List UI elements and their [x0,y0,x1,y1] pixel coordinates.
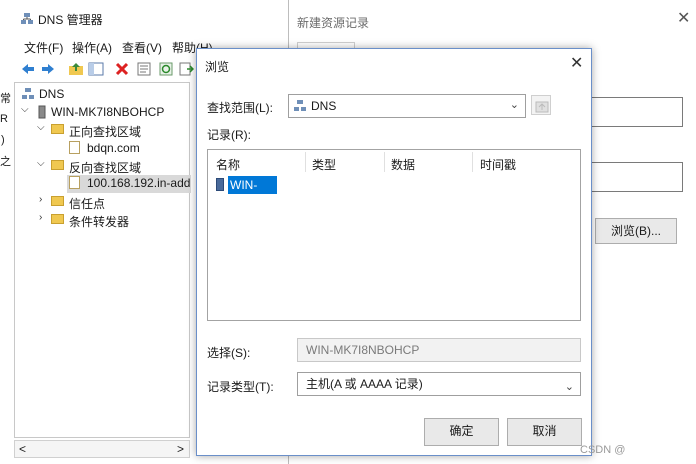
scope-dropdown[interactable]: DNS ⌄ [288,94,526,118]
tree-label: WIN-MK7I8NBOHCP [51,105,165,119]
chevron-right-icon[interactable]: › [39,212,42,223]
folder-icon [51,160,64,170]
column-separator[interactable] [305,152,306,172]
browse-dialog: 浏览 ✕ 查找范围(L): DNS ⌄ 记录(R): 名称 类型 数据 时间戳 … [196,48,592,456]
menu-view[interactable]: 查看(V) [122,39,162,56]
dns-app-icon [21,13,33,24]
zone-file-icon [69,141,80,154]
left-edge-char: 之 [0,156,11,168]
console-tree-icon[interactable] [88,61,104,77]
chevron-down-icon[interactable]: ⌄ [565,376,574,398]
selection-field: WIN-MK7I8NBOHCP [297,338,581,362]
back-arrow-icon[interactable] [20,61,36,77]
folder-icon [51,124,64,134]
tree-label: 100.168.192.in-add [87,176,191,190]
server-icon [38,105,46,119]
dns-manager-titlebar: DNS 管理器 [0,0,290,36]
column-header-type[interactable]: 类型 [312,156,336,173]
dns-root-icon [22,88,34,99]
horizontal-scrollbar[interactable]: < > [14,440,190,458]
left-edge-char: ) [1,134,5,146]
record-type-value: 主机(A 或 AAAA 记录) [306,377,423,391]
tree-label: bdqn.com [87,141,140,155]
chevron-down-icon[interactable]: ⌵ [21,104,29,115]
menu-file[interactable]: 文件(F) [24,39,63,56]
tree-label: 反向查找区域 [69,161,142,175]
chevron-right-icon[interactable]: › [39,194,42,205]
column-header-data[interactable]: 数据 [391,156,415,173]
tree-label: 条件转发器 [69,215,130,229]
properties-icon[interactable] [136,61,152,77]
watermark-text: CSDN @ [580,444,626,456]
left-edge-char: 常 [0,93,11,105]
folder-icon [51,214,64,224]
scroll-right-icon[interactable]: > [177,442,184,456]
close-icon[interactable]: ✕ [677,8,690,28]
select-label: 选择(S): [207,346,251,360]
target-host-field[interactable] [591,162,683,192]
left-edge-char: R [0,113,8,125]
record-type-dropdown[interactable]: 主机(A 或 AAAA 记录) ⌄ [297,372,581,396]
scroll-left-icon[interactable]: < [19,442,26,456]
forward-arrow-icon[interactable] [40,61,56,77]
tree-label: DNS [39,87,65,101]
close-icon[interactable]: ✕ [570,53,583,73]
new-record-title: 新建资源记录 [297,16,370,30]
column-header-name[interactable]: 名称 [216,156,240,173]
browse-title: 浏览 [205,60,230,74]
zone-file-icon [69,176,80,189]
refresh-icon[interactable] [158,61,174,77]
dns-manager-title: DNS 管理器 [38,13,103,27]
folder-icon [51,196,64,206]
tree-item-reverse-zone-selected[interactable]: 100.168.192.in-add [67,175,191,193]
up-one-level-icon[interactable] [531,95,551,115]
delete-icon[interactable] [114,61,130,77]
list-item-label: WIN-MK7I8... [228,176,277,210]
menu-action[interactable]: 操作(A) [72,39,112,56]
scope-label: 查找范围(L): [207,101,274,115]
column-separator[interactable] [384,152,385,172]
cancel-button[interactable]: 取消 [507,418,582,446]
ok-button[interactable]: 确定 [424,418,499,446]
records-list[interactable]: 名称 类型 数据 时间戳 WIN-MK7I8... [207,149,581,321]
tree-label: 正向查找区域 [69,125,142,139]
column-header-timestamp[interactable]: 时间戳 [480,156,516,173]
console-tree: DNS ⌵ WIN-MK7I8NBOHCP ⌵ 正向查找区域 bdqn.com … [14,82,191,438]
column-separator[interactable] [472,152,473,172]
browse-button[interactable]: 浏览(B)... [595,218,677,244]
chevron-down-icon[interactable]: ⌵ [37,122,45,133]
records-label: 记录(R): [207,128,251,142]
chevron-down-icon[interactable]: ⌵ [37,158,45,169]
record-type-label: 记录类型(T): [207,380,274,394]
chevron-down-icon[interactable]: ⌄ [510,98,519,111]
up-folder-icon[interactable] [68,61,84,77]
scope-value: DNS [311,99,337,113]
export-list-icon[interactable] [178,61,194,77]
dns-icon [294,100,306,111]
server-icon [216,178,224,191]
alias-name-field[interactable] [591,97,683,127]
tree-label: 信任点 [69,197,106,211]
